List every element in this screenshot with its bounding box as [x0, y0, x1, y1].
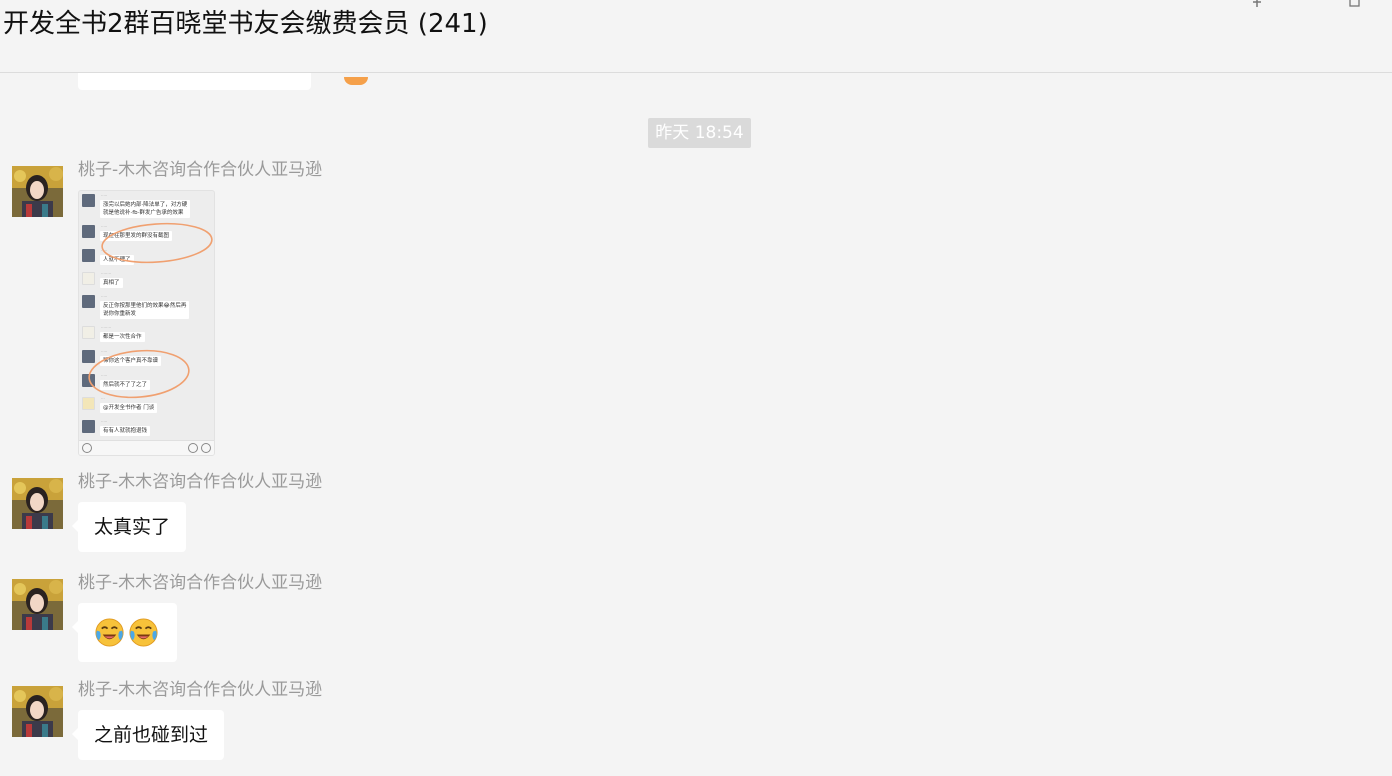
- chat-window: 开发全书2群百晓堂书友会缴费会员 (241) 昨天 18:54 桃子-木木咨询合…: [0, 0, 1392, 776]
- avatar[interactable]: [12, 478, 63, 529]
- group-chat-title: 开发全书2群百晓堂书友会缴费会员 (241): [3, 9, 488, 39]
- message-text: 太真实了: [94, 516, 171, 538]
- sender-name: 桃子-木木咨询合作合伙人亚马逊: [78, 472, 323, 492]
- emoji-message-bubble[interactable]: [72, 603, 177, 662]
- sender-name: 桃子-木木咨询合作合伙人亚马逊: [78, 680, 323, 700]
- avatar[interactable]: [12, 166, 63, 217]
- image-message[interactable]: ····· 涨完以后她内部·降法单了，对方硬 就是他说补·fb·群发广告承的效果…: [78, 190, 215, 456]
- sender-name: 桃子-木木咨询合作合伙人亚马逊: [78, 160, 323, 180]
- crying-laughing-emoji: [95, 618, 124, 647]
- popout-window-icon[interactable]: [1348, 0, 1362, 8]
- text-message-bubble[interactable]: 之前也碰到过: [72, 710, 225, 760]
- pin-icon[interactable]: [1250, 0, 1264, 8]
- crying-laughing-emoji: [129, 618, 158, 647]
- title-bar: 开发全书2群百晓堂书友会缴费会员 (241): [0, 0, 1392, 73]
- screenshot-input-bar: [79, 440, 214, 455]
- avatar[interactable]: [12, 686, 63, 737]
- time-divider: 昨天 18:54: [648, 118, 751, 148]
- voice-icon: [82, 443, 92, 453]
- annotation-circles: [88, 222, 213, 399]
- emoji-icon: [188, 443, 198, 453]
- text-message-bubble[interactable]: 太真实了: [72, 502, 187, 552]
- previous-message-bubble[interactable]: [78, 73, 368, 90]
- emoji-fragment-icon: [344, 77, 368, 85]
- plus-icon: [201, 443, 211, 453]
- avatar-photo-icon: [12, 478, 63, 529]
- avatar-photo-icon: [12, 686, 63, 737]
- avatar-photo-icon: [12, 166, 63, 217]
- avatar[interactable]: [12, 579, 63, 630]
- sender-name: 桃子-木木咨询合作合伙人亚马逊: [78, 573, 323, 593]
- avatar-photo-icon: [12, 579, 63, 630]
- message-list[interactable]: 昨天 18:54 桃子-木木咨询合作合伙人亚马逊 ····· 涨完以后她内部·降…: [0, 73, 1392, 776]
- message-text: 之前也碰到过: [94, 724, 209, 746]
